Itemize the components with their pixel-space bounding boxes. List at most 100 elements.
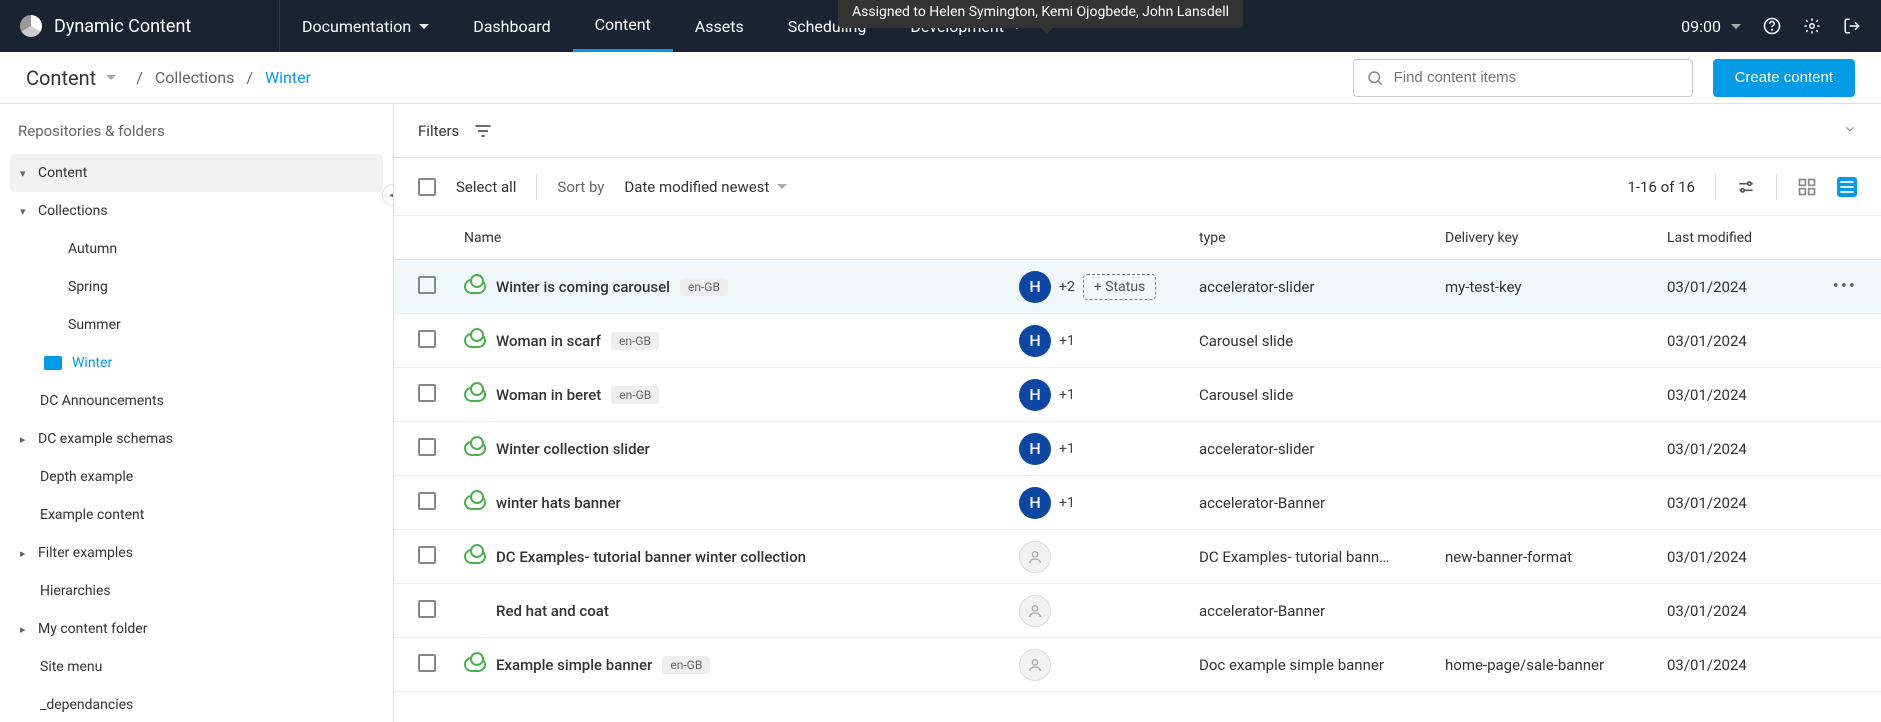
table-row[interactable]: DC Examples- tutorial banner winter coll… [394, 530, 1881, 584]
grid-view-icon[interactable] [1797, 177, 1817, 197]
assignee-avatar[interactable]: H [1019, 379, 1051, 411]
sort-value: Date modified newest [624, 178, 769, 196]
controls-bar: Select all Sort by Date modified newest … [394, 158, 1881, 216]
tree-repo[interactable]: Hierarchies [10, 572, 383, 610]
nav-content[interactable]: Content [573, 0, 673, 52]
tree-season-winter[interactable]: Winter [10, 344, 383, 382]
tree-content[interactable]: ▾Content [10, 154, 383, 192]
tree-label: Hierarchies [40, 583, 111, 599]
col-type[interactable]: type [1199, 230, 1226, 246]
table-row[interactable]: Woman in bereten-GB H+1 Carousel slide 0… [394, 368, 1881, 422]
add-status-button[interactable]: + Status [1083, 274, 1156, 300]
tree-label: Summer [68, 317, 121, 333]
row-type: Doc example simple banner [1199, 656, 1445, 674]
table-row[interactable]: Woman in scarfen-GB H+1 Carousel slide 0… [394, 314, 1881, 368]
tree-repo[interactable]: DC Announcements [10, 382, 383, 420]
assignee-extra-count[interactable]: +1 [1059, 441, 1075, 457]
filter-icon[interactable] [473, 121, 493, 141]
col-modified[interactable]: Last modified [1667, 230, 1752, 246]
sort-dropdown[interactable]: Date modified newest [624, 178, 787, 196]
nav-label: Content [595, 15, 651, 34]
row-modified: 03/01/2024 [1667, 548, 1797, 566]
list-view-icon[interactable] [1837, 177, 1857, 197]
table-row[interactable]: winter hats banner H+1 accelerator-Banne… [394, 476, 1881, 530]
row-type: accelerator-slider [1199, 278, 1445, 296]
gear-icon[interactable] [1803, 17, 1821, 35]
clock[interactable]: 09:00 [1681, 17, 1741, 36]
create-content-button[interactable]: Create content [1713, 59, 1855, 97]
tree-repo[interactable]: ▸My content folder [10, 610, 383, 648]
assignee-avatar-empty[interactable] [1019, 595, 1051, 627]
crumb-collections[interactable]: Collections [155, 68, 235, 87]
col-name[interactable]: Name [464, 230, 501, 246]
assignee-extra-count[interactable]: +2 [1059, 279, 1075, 295]
tree-repo[interactable]: _dependancies [10, 686, 383, 722]
help-icon[interactable] [1763, 17, 1781, 35]
tree-repo[interactable]: ▸DC example schemas [10, 420, 383, 458]
filters-bar: Filters [394, 104, 1881, 158]
assignee-avatar-empty[interactable] [1019, 541, 1051, 573]
search-input[interactable] [1394, 69, 1680, 86]
row-modified: 03/01/2024 [1667, 332, 1797, 350]
assignee-avatar[interactable]: H [1019, 433, 1051, 465]
row-checkbox[interactable] [418, 384, 436, 402]
tree-repo[interactable]: Depth example [10, 458, 383, 496]
col-delivery[interactable]: Delivery key [1445, 230, 1518, 246]
tree-label: Spring [68, 279, 108, 295]
nav-label: Dashboard [473, 17, 550, 36]
sort-by-label: Sort by [557, 178, 604, 196]
table-row[interactable]: Example simple banneren-GB Doc example s… [394, 638, 1881, 692]
assignee-extra-count[interactable]: +1 [1059, 495, 1075, 511]
tree-season-autumn[interactable]: Autumn [10, 230, 383, 268]
assignee-extra-count[interactable]: +1 [1059, 333, 1075, 349]
chevron-down-icon[interactable] [1843, 122, 1857, 136]
breadcrumb-root[interactable]: Content [26, 66, 116, 90]
chevron-down-icon [777, 184, 787, 189]
filters-label[interactable]: Filters [418, 122, 459, 140]
settings-sliders-icon[interactable] [1736, 177, 1756, 197]
table-row[interactable]: Red hat and coat accelerator-Banner 03/0… [394, 584, 1881, 638]
time-text: 09:00 [1681, 17, 1721, 36]
nav-documentation[interactable]: Documentation [280, 0, 451, 52]
tree-label: Collections [38, 203, 108, 219]
row-checkbox[interactable] [418, 546, 436, 564]
row-checkbox[interactable] [418, 492, 436, 510]
assignee-extra-count[interactable]: +1 [1059, 387, 1075, 403]
table-row[interactable]: Winter collection slider H+1 accelerator… [394, 422, 1881, 476]
sidebar-title: Repositories & folders [10, 118, 383, 154]
table-header: Name type Delivery key Last modified [394, 216, 1881, 260]
collapse-sidebar-button[interactable]: ◀ [382, 184, 394, 206]
search-box[interactable] [1353, 59, 1693, 97]
breadcrumb-path: / Collections / Winter [136, 68, 311, 87]
row-more-menu[interactable]: ••• [1833, 276, 1857, 297]
row-checkbox[interactable] [418, 330, 436, 348]
nav-dashboard[interactable]: Dashboard [451, 0, 572, 52]
cloud-icon [464, 495, 486, 510]
tree-label: Site menu [40, 659, 102, 675]
chevron-down-icon: ▾ [20, 167, 38, 180]
tree-collections[interactable]: ▾Collections [10, 192, 383, 230]
assignee-avatar[interactable]: H [1019, 271, 1051, 303]
crumb-separator: / [246, 68, 253, 87]
tree-season-spring[interactable]: Spring [10, 268, 383, 306]
tree-repo[interactable]: Site menu [10, 648, 383, 686]
nav-assets[interactable]: Assets [673, 0, 766, 52]
select-all-checkbox[interactable] [418, 178, 436, 196]
assignee-avatar[interactable]: H [1019, 325, 1051, 357]
row-name: Woman in beret [496, 386, 601, 404]
repo-tree: ▾Content ▾Collections Autumn Spring Summ… [10, 154, 383, 722]
tree-season-summer[interactable]: Summer [10, 306, 383, 344]
assignee-avatar-empty[interactable] [1019, 649, 1051, 681]
logout-icon[interactable] [1843, 17, 1861, 35]
row-checkbox[interactable] [418, 654, 436, 672]
tree-repo[interactable]: Example content [10, 496, 383, 534]
row-checkbox[interactable] [418, 438, 436, 456]
crumb-winter[interactable]: Winter [265, 68, 311, 87]
row-checkbox[interactable] [418, 600, 436, 618]
row-checkbox[interactable] [418, 276, 436, 294]
tree-repo[interactable]: ▸Filter examples [10, 534, 383, 572]
table-row[interactable]: Winter is coming carouselen-GB H+2+ Stat… [394, 260, 1881, 314]
select-all-label[interactable]: Select all [456, 178, 516, 196]
assignee-avatar[interactable]: H [1019, 487, 1051, 519]
row-modified: 03/01/2024 [1667, 440, 1797, 458]
